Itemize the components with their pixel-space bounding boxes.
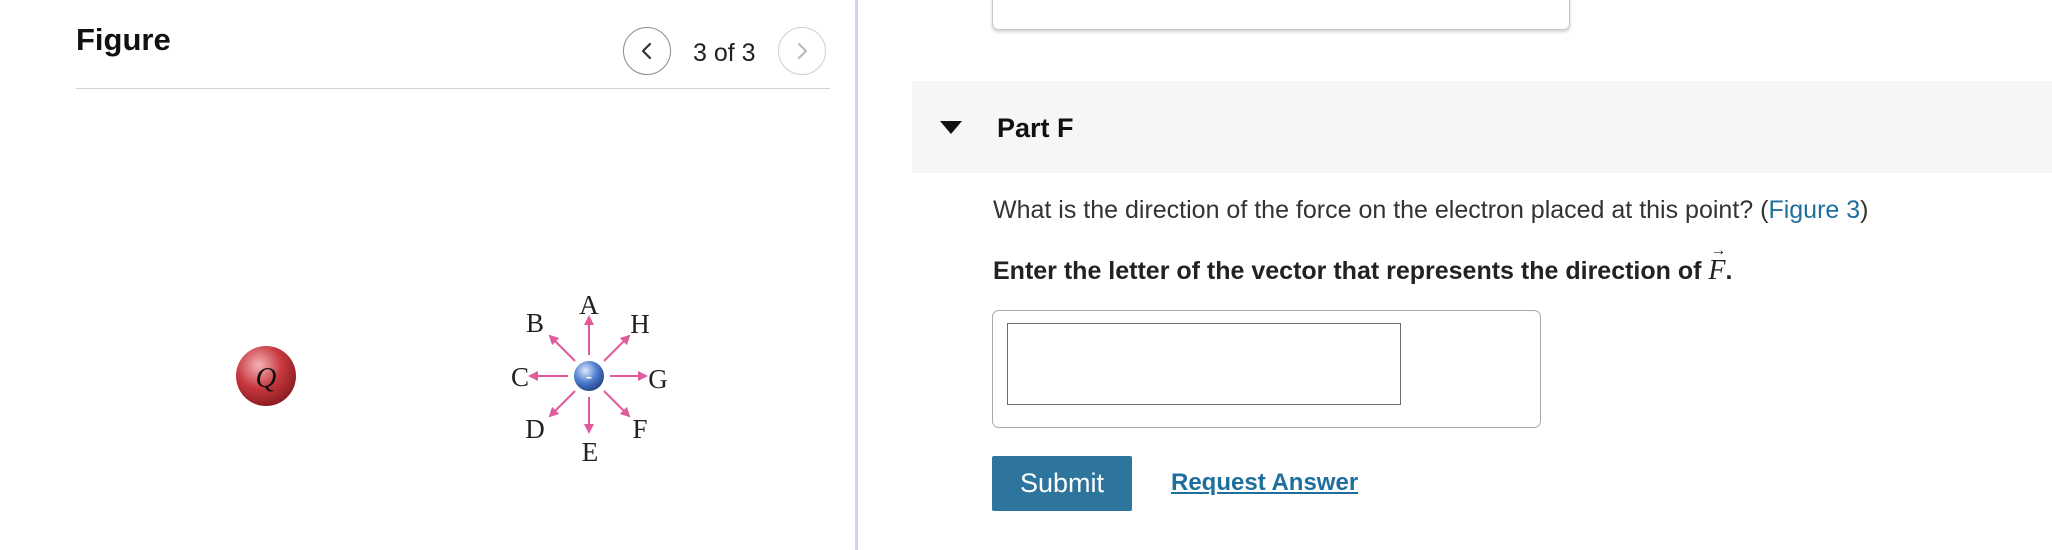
electron-sign: - (586, 366, 593, 388)
part-header[interactable] (912, 81, 2052, 173)
arrow-h (603, 334, 631, 362)
vector-label-e: E (582, 437, 599, 467)
figure-diagram: Q - A B C D E F G H (236, 290, 668, 467)
previous-part-box (992, 0, 1570, 30)
part-title: Part F (997, 113, 1074, 143)
arrow-f (603, 390, 631, 418)
vector-label-g: G (648, 364, 668, 394)
vector-label-f: F (632, 414, 647, 444)
electron: - (574, 361, 604, 391)
vector-label-d: D (525, 414, 545, 444)
panel-divider[interactable] (855, 0, 858, 550)
charge-q-label: Q (256, 362, 277, 394)
figure-link[interactable]: Figure 3 (1768, 196, 1860, 224)
vector-label-a: A (579, 290, 599, 320)
vector-arrow-icon: → (1710, 242, 1727, 259)
request-answer-link[interactable]: Request Answer (1171, 469, 1358, 497)
charge-q: Q (236, 346, 296, 406)
question-text: What is the direction of the force on th… (993, 196, 1869, 224)
vector-label-b: B (526, 308, 544, 338)
vector-label-h: H (630, 309, 650, 339)
force-vector-symbol: → F (1708, 242, 1727, 286)
submit-button[interactable]: Submit (992, 456, 1132, 511)
instruction-text: Enter the letter of the vector that repr… (993, 242, 1733, 286)
collapse-caret-icon[interactable] (940, 121, 962, 134)
arrow-d (548, 390, 576, 418)
vector-label-c: C (511, 362, 529, 392)
arrow-b (548, 334, 576, 362)
answer-input[interactable] (1007, 323, 1401, 405)
